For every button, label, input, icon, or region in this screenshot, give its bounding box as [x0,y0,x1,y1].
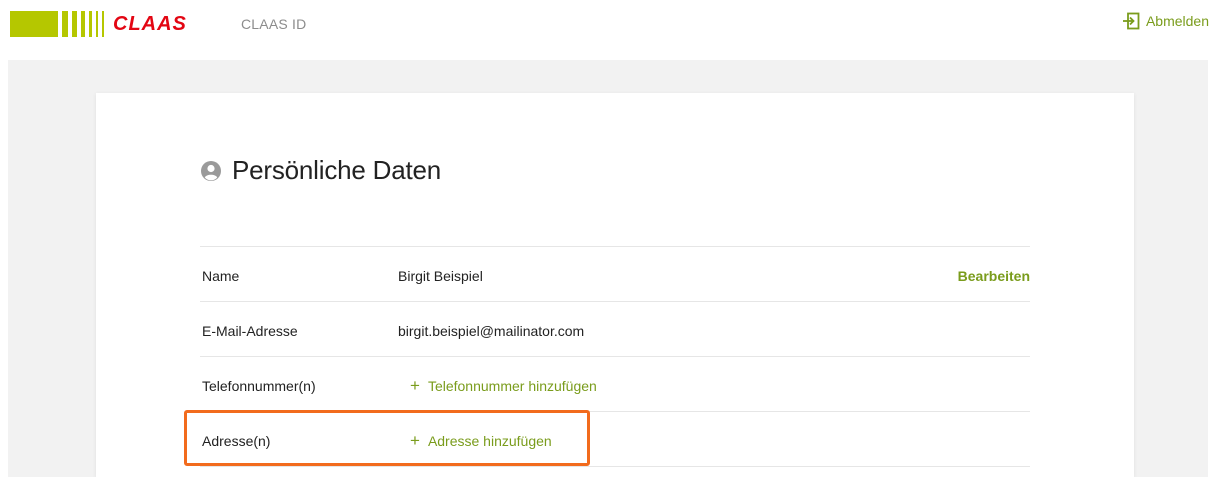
logout-icon [1122,12,1140,30]
row-phone: Telefonnummer(n) + Telefonnummer hinzufü… [200,356,1030,411]
add-address-button[interactable]: + Adresse hinzufügen [410,431,552,450]
add-phone-button[interactable]: + Telefonnummer hinzufügen [410,376,597,395]
claas-bars-logo-icon [10,11,104,37]
user-circle-icon [201,160,221,181]
row-email: E-Mail-Adresse birgit.beispiel@mailinato… [200,301,1030,356]
claas-brand-logo: CLAAS [113,13,187,35]
page-title: Persönliche Daten [232,155,442,185]
logout-button[interactable]: Abmelden [1122,12,1209,30]
logout-label: Abmelden [1145,13,1209,29]
row-label: E-Mail-Adresse [202,323,298,339]
row-label: Adresse(n) [202,433,271,449]
plus-icon: + [410,376,420,395]
top-bar: CLAAS CLAAS ID Abmelden [0,0,1215,48]
row-value: birgit.beispiel@mailinator.com [398,323,585,339]
row-address: Adresse(n) + Adresse hinzufügen [200,411,1030,467]
row-name: Name Birgit Beispiel Bearbeiten [200,246,1030,301]
row-label: Name [202,268,240,284]
add-address-label: Adresse hinzufügen [427,433,552,449]
add-phone-label: Telefonnummer hinzufügen [427,378,597,394]
svg-text:CLAAS: CLAAS [113,13,187,35]
plus-icon: + [410,431,420,450]
edit-name-button[interactable]: Bearbeiten [958,268,1030,284]
personal-data-list: Name Birgit Beispiel Bearbeiten E-Mail-A… [200,246,1030,467]
app-title: CLAAS ID [241,16,307,32]
row-label: Telefonnummer(n) [202,378,316,394]
page-heading: Persönliche Daten [200,155,441,186]
row-value: Birgit Beispiel [398,268,483,284]
